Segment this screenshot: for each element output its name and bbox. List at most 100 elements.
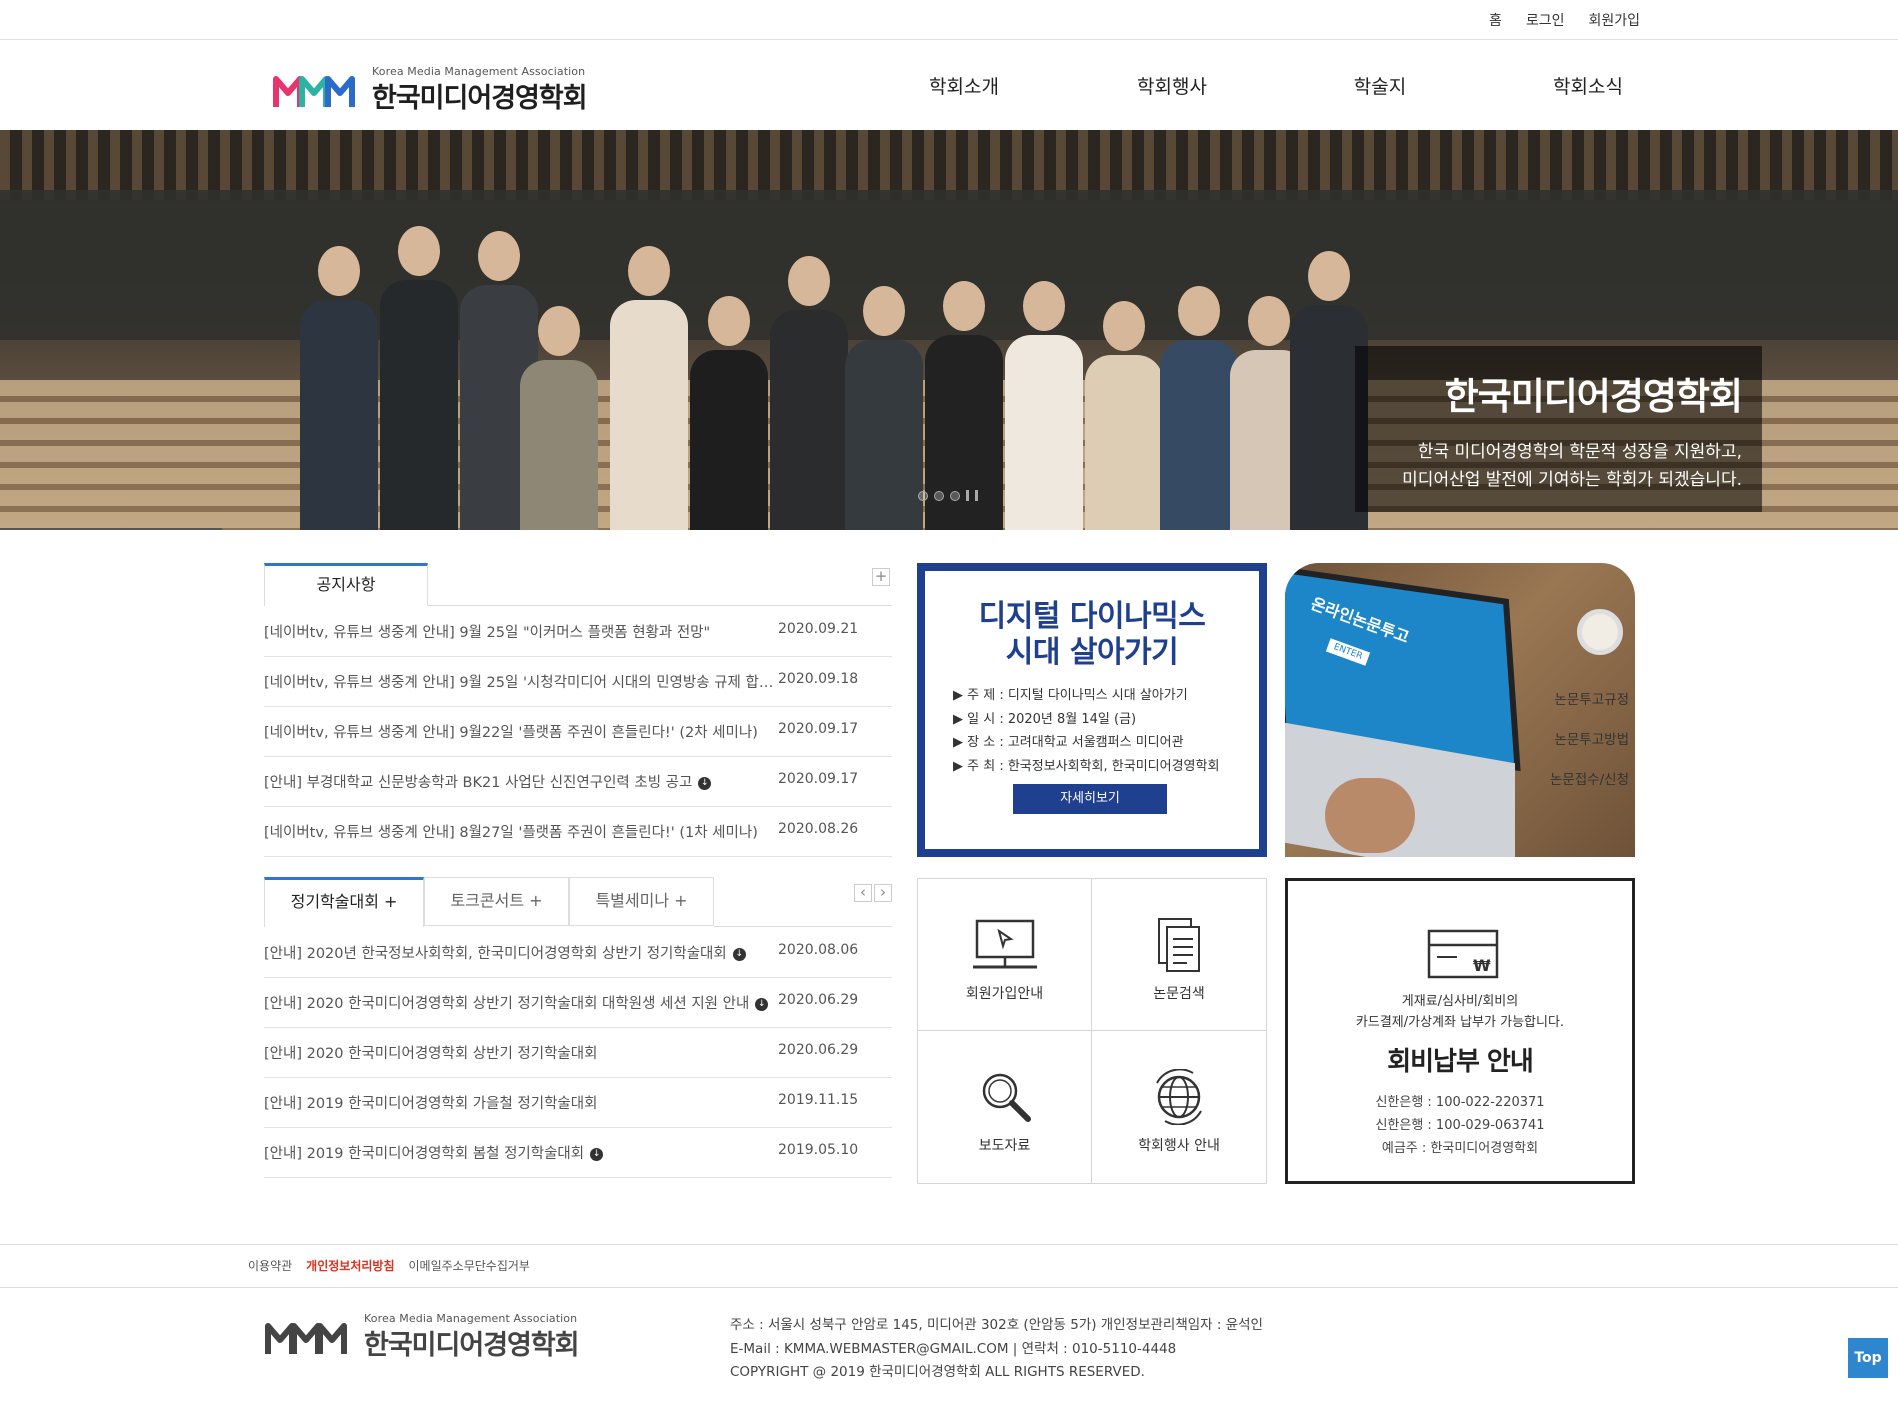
site-logo[interactable]: Korea Media Management Association 한국미디어… (272, 60, 588, 120)
conference-title-wrap[interactable]: [안내] 2020년 한국정보사회학회, 한국미디어경영학회 상반기 정기학술대… (264, 942, 784, 963)
notice-title[interactable]: [안내] 부경대학교 신문방송학과 BK21 사업단 신진연구인력 초빙 공고 (264, 775, 692, 791)
conference-row[interactable]: [안내] 2019 한국미디어경영학회 봄철 정기학술대회 ↓ 2019.05.10 (264, 1128, 892, 1178)
conference-title[interactable]: [안내] 2019 한국미디어경영학회 가을철 정기학술대회 (264, 1092, 784, 1113)
event-title: 디지털 다이나믹스 시대 살아가기 (978, 599, 1206, 670)
quick-membership[interactable]: 회원가입안내 (918, 879, 1092, 1031)
submission-method-link[interactable]: 논문투고방법 (1550, 720, 1629, 760)
footer-links-bar: 이용약관 개인정보처리방침 이메일주소무단수집거부 (0, 1244, 1898, 1288)
download-icon[interactable]: ↓ (590, 1147, 604, 1161)
conference-title[interactable]: [안내] 2020년 한국정보사회학회, 한국미디어경영학회 상반기 정기학술대… (264, 946, 727, 962)
tab-special-seminar[interactable]: 특별세미나 + (569, 877, 714, 926)
nav-news[interactable]: 학회소식 (1484, 72, 1692, 99)
download-icon[interactable]: ↓ (698, 776, 712, 790)
hand-illustration (1325, 778, 1415, 853)
scroll-top-button[interactable]: Top (1848, 1338, 1888, 1378)
logo-korean: 한국미디어경영학회 (364, 1330, 580, 1361)
account-line: 신한은행 : 100-022-220371 (1375, 1095, 1545, 1110)
download-icon[interactable]: ↓ (732, 947, 746, 961)
email-refusal-link[interactable]: 이메일주소무단수집거부 (409, 1257, 530, 1274)
slide-dot-1[interactable] (918, 490, 928, 501)
notice-title[interactable]: [네이버tv, 유튜브 생중계 안내] 9월 25일 "이커머스 플랫폼 현황과… (264, 621, 784, 642)
next-arrow-button[interactable]: › (874, 884, 892, 902)
notice-row[interactable]: [네이버tv, 유튜브 생중계 안내] 9월22일 '플랫폼 주권이 흔들린다!… (264, 707, 892, 757)
conference-date: 2020.08.06 (778, 942, 859, 958)
event-info: ▶ 주 제 : 디지털 다이나믹스 시대 살아가기 ▶ 일 시 : 2020년 … (953, 684, 1219, 778)
submission-rules-link[interactable]: 논문투고규정 (1550, 680, 1629, 720)
event-topic: ▶ 주 제 : 디지털 다이나믹스 시대 살아가기 (953, 688, 1188, 703)
conference-date: 2020.06.29 (778, 992, 859, 1008)
notice-row[interactable]: [안내] 부경대학교 신문방송학과 BK21 사업단 신진연구인력 초빙 공고 ↓… (264, 757, 892, 807)
hero-title: 한국미디어경영학회 (1444, 375, 1743, 418)
kmma-logo-icon (273, 76, 355, 107)
login-link[interactable]: 로그인 (1526, 10, 1565, 30)
nav-events[interactable]: 학회행사 (1068, 72, 1276, 99)
download-icon[interactable]: ↓ (755, 997, 769, 1011)
hero-caption: 한국미디어경영학회 한국 미디어경영학의 학문적 성장을 지원하고, 미디어산업… (1355, 346, 1762, 512)
terms-link[interactable]: 이용약관 (248, 1257, 292, 1274)
pause-icon-bar (975, 490, 978, 501)
quick-press[interactable]: 보도자료 (918, 1031, 1092, 1183)
notice-row[interactable]: [네이버tv, 유튜브 생중계 안내] 9월 25일 "이커머스 플랫폼 현황과… (264, 607, 892, 657)
tab-notice[interactable]: 공지사항 (264, 563, 428, 606)
account-holder: 예금주 : 한국미디어경영학회 (1381, 1141, 1539, 1156)
group-photo (290, 190, 1370, 530)
conference-tab-line (714, 926, 892, 927)
notice-title-wrap[interactable]: [안내] 부경대학교 신문방송학과 BK21 사업단 신진연구인력 초빙 공고 ↓ (264, 771, 784, 792)
monitor-icon (972, 919, 1037, 969)
quick-menu: 회원가입안내 논문검색 보도자료 학회행사 안내 (917, 878, 1267, 1184)
event-banner[interactable]: 디지털 다이나믹스 시대 살아가기 ▶ 주 제 : 디지털 다이나믹스 시대 살… (917, 563, 1267, 857)
coffee-cup-icon (1577, 609, 1623, 655)
conference-title[interactable]: [안내] 2020 한국미디어경영학회 상반기 정기학술대회 (264, 1042, 784, 1063)
submission-apply-link[interactable]: 논문접수/신청 (1550, 760, 1629, 800)
notice-date: 2020.09.21 (778, 621, 859, 637)
footer-links: 이용약관 개인정보처리방침 이메일주소무단수집거부 (248, 1257, 530, 1274)
notice-title[interactable]: [네이버tv, 유튜브 생중계 안내] 9월22일 '플랫폼 주권이 흔들린다!… (264, 721, 784, 742)
nav-journal[interactable]: 학술지 (1276, 72, 1484, 99)
notice-row[interactable]: [네이버tv, 유튜브 생중계 안내] 8월27일 '플랫폼 주권이 흔들린다!… (264, 807, 892, 857)
event-date: ▶ 일 시 : 2020년 8월 14일 (금) (953, 711, 1137, 727)
notice-date: 2020.08.26 (778, 821, 859, 837)
conference-row[interactable]: [안내] 2019 한국미디어경영학회 가을철 정기학술대회 2019.11.15 (264, 1078, 892, 1128)
footer-address: 주소 : 서울시 성북구 안암로 145, 미디어관 302호 (안암동 5가)… (730, 1314, 1263, 1385)
online-links: 논문투고규정 논문투고방법 논문접수/신청 (1550, 680, 1629, 800)
prev-arrow-button[interactable]: ‹ (854, 884, 872, 902)
privacy-link[interactable]: 개인정보처리방침 (306, 1257, 394, 1274)
notice-more-button[interactable]: + (872, 568, 890, 586)
conference-row[interactable]: [안내] 2020 한국미디어경영학회 상반기 정기학술대회 2020.06.29 (264, 1028, 892, 1078)
notice-title[interactable]: [네이버tv, 유튜브 생중계 안내] 8월27일 '플랫폼 주권이 흔들린다!… (264, 821, 784, 842)
conference-date: 2019.05.10 (778, 1142, 859, 1158)
fee-title: 회비납부 안내 (1387, 1047, 1534, 1077)
quick-events[interactable]: 학회행사 안내 (1092, 1031, 1266, 1183)
conference-title[interactable]: [안내] 2020 한국미디어경영학회 상반기 정기학술대회 대학원생 세션 지… (264, 996, 749, 1012)
kmma-logo-icon (265, 1323, 347, 1354)
notice-tab-line (428, 605, 892, 606)
slide-dot-2[interactable] (934, 490, 944, 501)
conference-row[interactable]: [안내] 2020년 한국정보사회학회, 한국미디어경영학회 상반기 정기학술대… (264, 928, 892, 978)
footer-logo: Korea Media Management Association 한국미디어… (264, 1312, 580, 1362)
credit-card-icon: ₩ (1427, 929, 1499, 979)
utility-links: 홈 로그인 회원가입 (1489, 10, 1640, 30)
online-submission-banner: 온라인논문투고 ENTER 논문투고규정 논문투고방법 논문접수/신청 (1285, 563, 1635, 857)
fee-payment-box[interactable]: ₩ 게재료/심사비/회비의 카드결제/가상계좌 납부가 가능합니다. 회비납부 … (1285, 878, 1635, 1184)
globe-icon (1156, 1069, 1202, 1125)
conference-title-wrap[interactable]: [안내] 2020 한국미디어경영학회 상반기 정기학술대회 대학원생 세션 지… (264, 992, 774, 1013)
event-detail-button[interactable]: 자세히보기 (1013, 784, 1167, 814)
notice-row[interactable]: [네이버tv, 유튜브 생중계 안내] 9월 25일 '시청각미디어 시대의 민… (264, 657, 892, 707)
event-place: ▶ 장 소 : 고려대학교 서울캠퍼스 미디어관 (953, 735, 1184, 750)
slider-pager (918, 490, 978, 501)
home-link[interactable]: 홈 (1489, 10, 1502, 30)
tab-talk-concert[interactable]: 토크콘서트 + (424, 877, 569, 926)
nav-about[interactable]: 학회소개 (860, 72, 1068, 99)
pause-icon[interactable] (966, 490, 969, 501)
utility-bar: 홈 로그인 회원가입 (0, 0, 1898, 40)
slide-dot-3[interactable] (950, 490, 960, 501)
quick-paper-search[interactable]: 논문검색 (1092, 879, 1266, 1031)
quick-label: 논문검색 (1153, 986, 1205, 1002)
notice-title[interactable]: [네이버tv, 유튜브 생중계 안내] 9월 25일 '시청각미디어 시대의 민… (264, 671, 784, 692)
conference-row[interactable]: [안내] 2020 한국미디어경영학회 상반기 정기학술대회 대학원생 세션 지… (264, 978, 892, 1028)
conference-title[interactable]: [안내] 2019 한국미디어경영학회 봄철 정기학술대회 (264, 1146, 584, 1162)
conference-title-wrap[interactable]: [안내] 2019 한국미디어경영학회 봄철 정기학술대회 ↓ (264, 1142, 784, 1163)
header: Korea Media Management Association 한국미디어… (0, 40, 1898, 130)
tab-conference[interactable]: 정기학술대회 + (264, 877, 424, 927)
signup-link[interactable]: 회원가입 (1588, 10, 1640, 30)
